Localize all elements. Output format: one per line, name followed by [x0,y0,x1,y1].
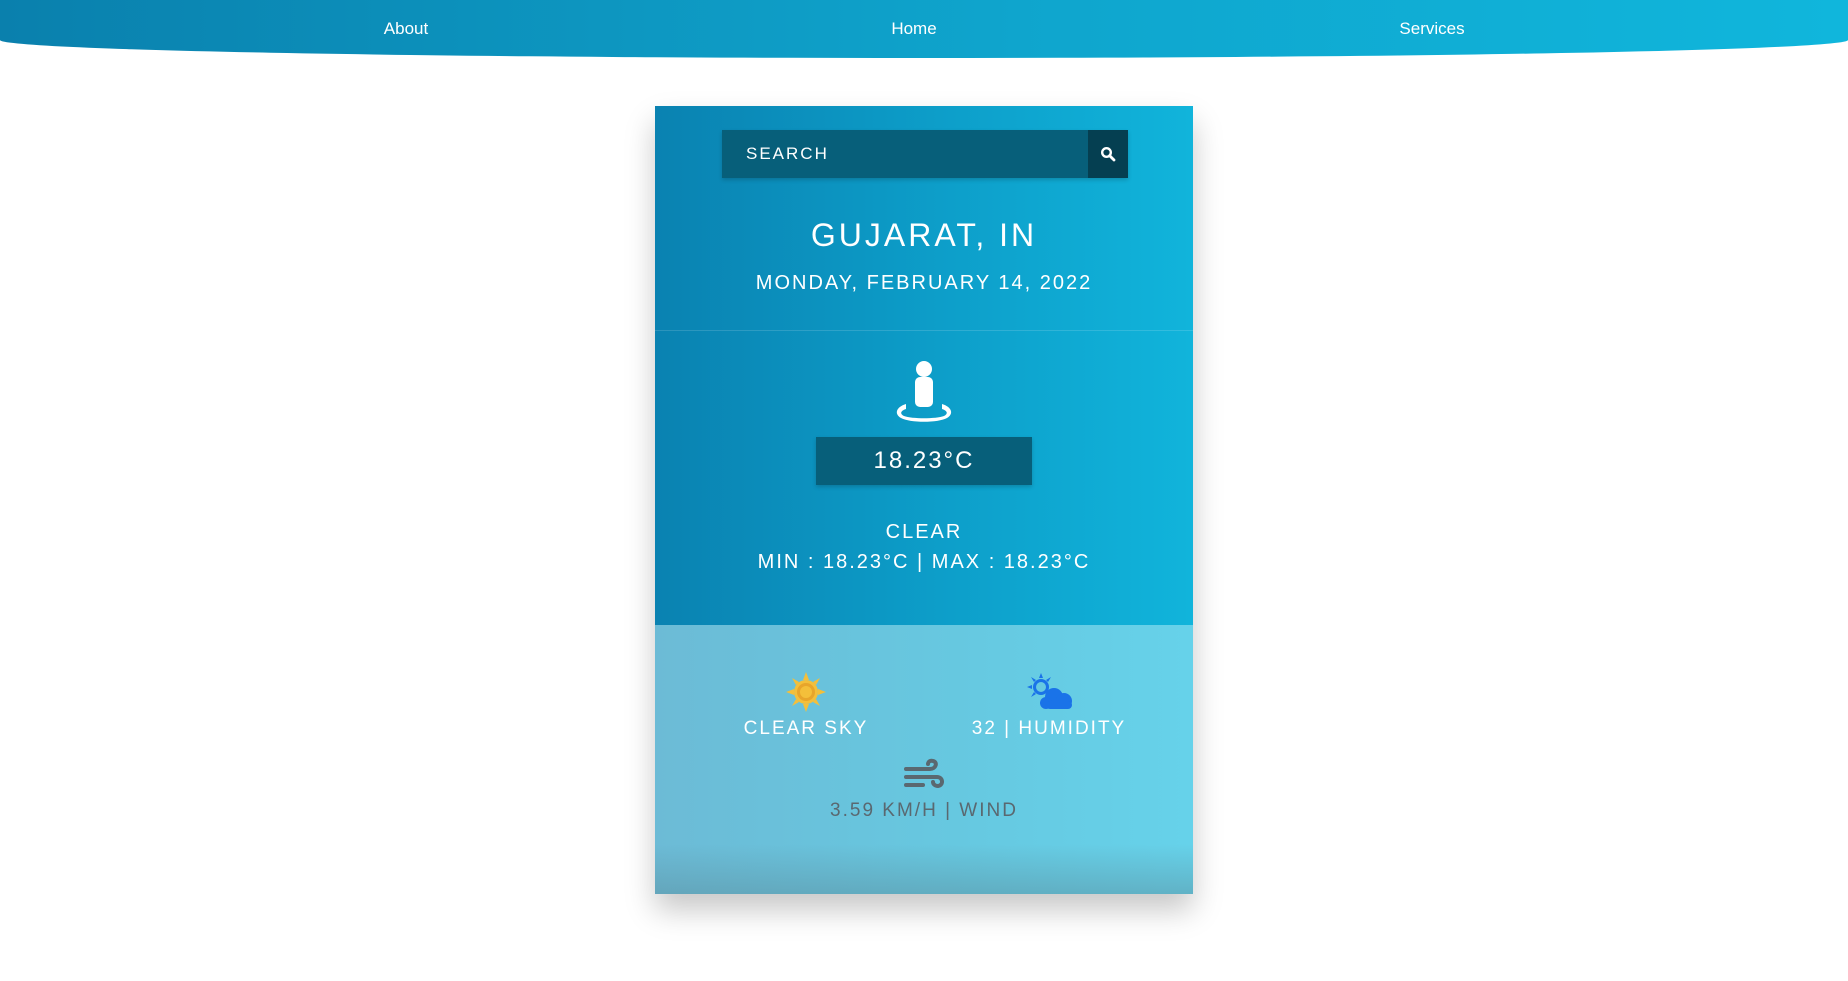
clear-sky-label: CLEAR SKY [743,718,869,739]
weather-main-panel: GUJARAT, IN MONDAY, FEBRUARY 14, 2022 18… [655,106,1193,625]
search-bar [722,130,1128,178]
clear-sky-detail: CLEAR SKY [695,672,917,740]
search-icon [1100,146,1116,162]
weather-details-panel: CLEAR SKY 32 | HUMIDITY 3.59 KM/H | WIND [655,625,1193,894]
current-date: MONDAY, FEBRUARY 14, 2022 [755,272,1093,294]
top-navigation-bar: About Home Services [0,0,1848,58]
person-location-icon [896,361,952,422]
temperature-display: 18.23°C [816,437,1032,485]
humidity-detail: 32 | HUMIDITY [943,672,1155,740]
weather-condition: CLEAR [885,521,963,543]
humidity-label: 32 | HUMIDITY [971,718,1127,739]
cloud-sun-icon [1027,673,1072,709]
location-header: GUJARAT, IN MONDAY, FEBRUARY 14, 2022 [655,106,1193,331]
sun-icon [786,672,826,712]
weather-card: GUJARAT, IN MONDAY, FEBRUARY 14, 2022 18… [655,106,1193,894]
wind-detail: 3.59 KM/H | WIND [805,758,1043,822]
panel-bottom-shade [655,844,1193,894]
location-title: GUJARAT, IN [810,217,1038,253]
min-max-temperature: MIN : 18.23°C | MAX : 18.23°C [757,551,1091,573]
nav-link-services[interactable]: Services [1399,19,1464,39]
search-button[interactable] [1088,130,1128,178]
nav-link-home[interactable]: Home [891,19,936,39]
wind-icon [904,758,944,789]
nav-link-about[interactable]: About [384,19,428,39]
wind-label: 3.59 KM/H | WIND [830,800,1018,821]
search-input[interactable] [722,130,1086,178]
